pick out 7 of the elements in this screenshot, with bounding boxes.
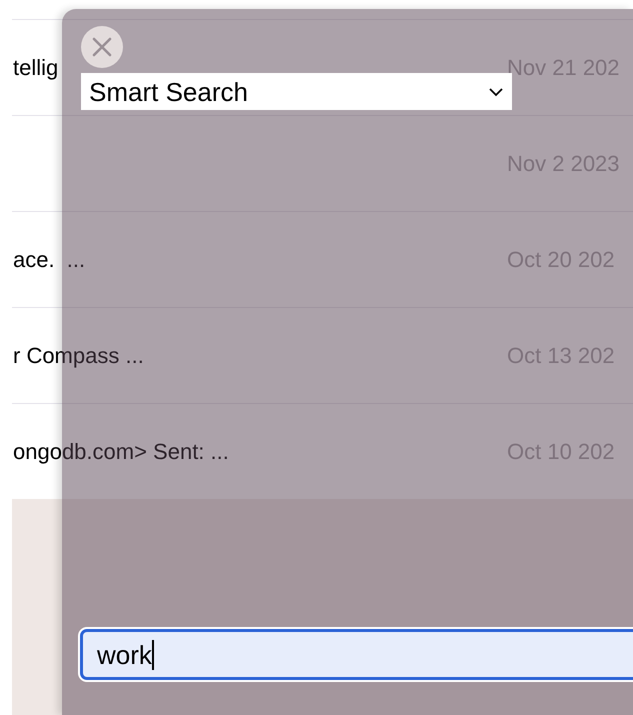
message-snippet: tellig — [13, 55, 58, 80]
close-icon — [91, 36, 113, 58]
search-field[interactable]: work — [80, 629, 633, 680]
message-snippet: ace. ... — [13, 247, 86, 272]
chevron-down-icon — [488, 86, 504, 96]
close-button[interactable] — [81, 26, 123, 68]
mode-select[interactable]: Smart Search — [81, 73, 512, 110]
